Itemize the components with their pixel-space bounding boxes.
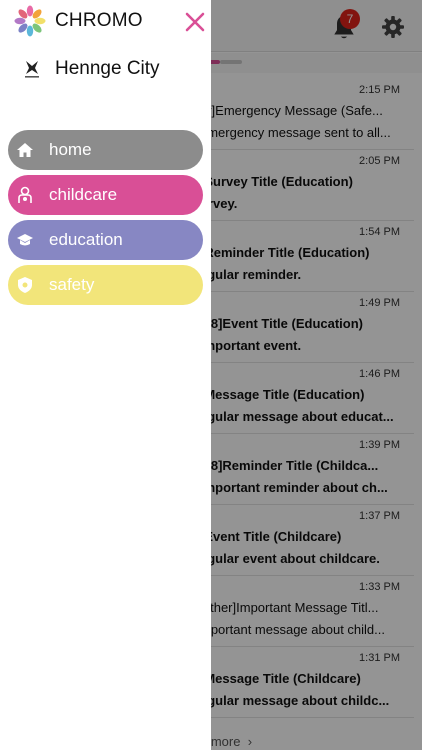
side-drawer: CHROMO Hennge City home childcare educat… — [0, 0, 211, 750]
menu-item-label: childcare — [49, 185, 118, 204]
menu-item-home[interactable]: home — [8, 130, 203, 170]
menu-item-label: education — [49, 230, 123, 249]
menu-item-safety[interactable]: safety — [8, 265, 203, 305]
menu-item-label: home — [49, 140, 92, 159]
hennge-logo-icon — [25, 61, 39, 78]
home-icon — [16, 141, 34, 159]
menu-item-label: safety — [49, 275, 95, 294]
brand-name: CHROMO — [55, 10, 143, 31]
menu-item-education[interactable]: education — [8, 220, 203, 260]
city-name: Hennge City — [55, 58, 160, 79]
menu-item-childcare[interactable]: childcare — [8, 175, 203, 215]
shield-icon — [16, 276, 34, 294]
chromo-logo-icon — [14, 5, 46, 37]
close-icon[interactable] — [183, 10, 207, 34]
graduation-cap-icon — [16, 231, 34, 249]
childcare-icon — [16, 186, 34, 204]
